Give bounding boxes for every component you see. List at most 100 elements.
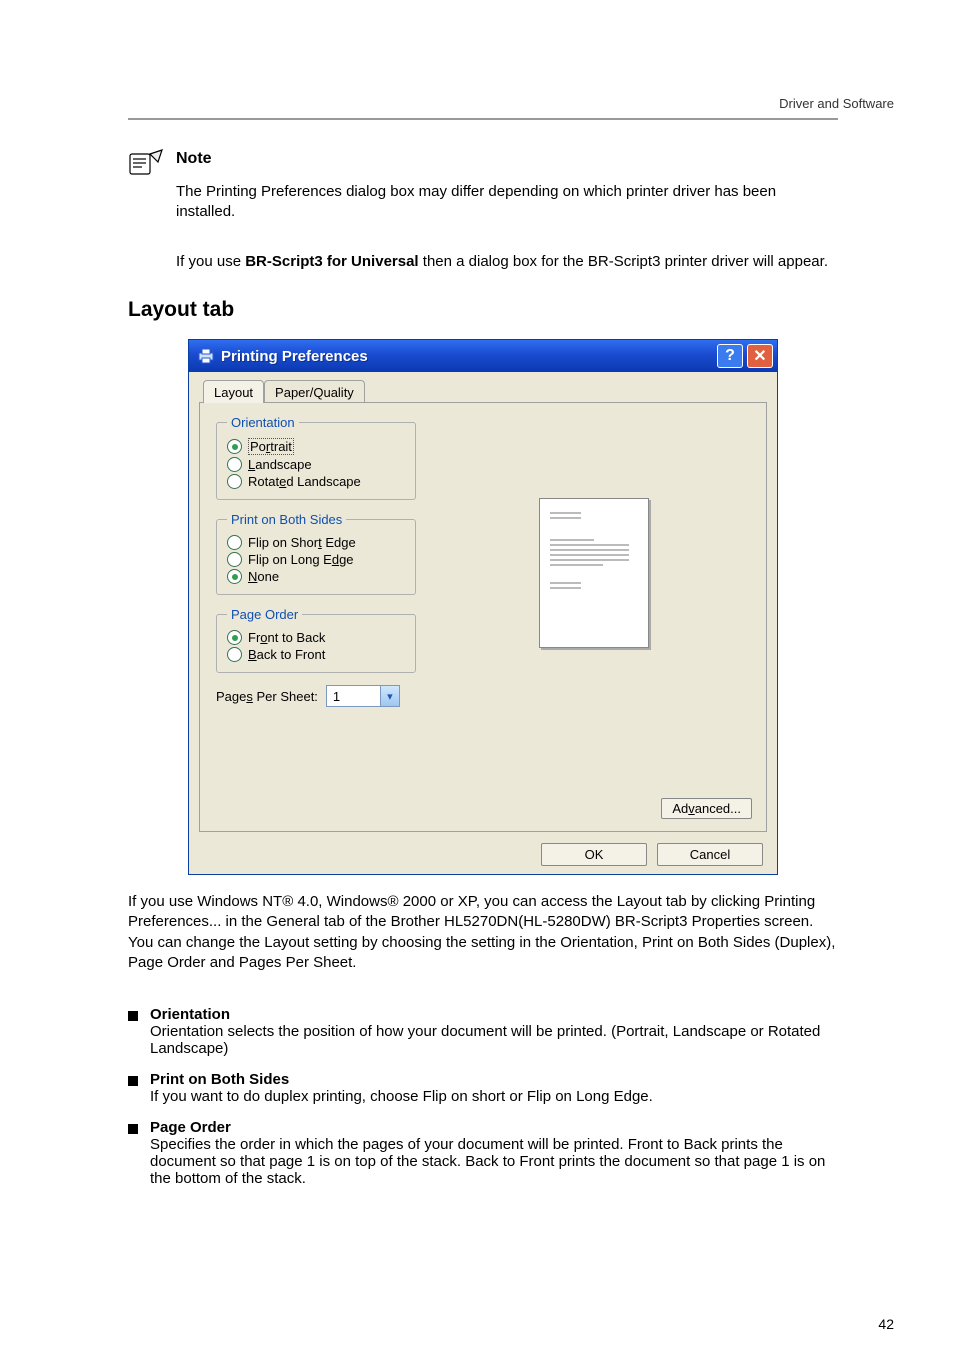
preview-line (550, 554, 629, 556)
t: N (248, 569, 257, 584)
t: o (260, 630, 267, 645)
preview-page-icon (539, 498, 649, 648)
radio-none[interactable]: None (227, 569, 405, 584)
pages-per-sheet-label: Pages Per Sheet: (216, 689, 318, 704)
tab-layout[interactable]: Layout (203, 380, 264, 403)
t: andscape (255, 457, 311, 472)
titlebar: Printing Preferences ? ✕ (189, 340, 777, 372)
t: ack to Front (257, 647, 326, 662)
bullet-body: Specifies the order in which the pages o… (150, 1136, 825, 1187)
preview-line (550, 544, 629, 546)
bullet-icon (128, 1011, 138, 1021)
t: Rotat (248, 474, 279, 489)
bulleted-list: Orientation Orientation selects the posi… (128, 1000, 838, 1193)
dialog-title: Printing Preferences (221, 348, 713, 365)
bullet-text: Page Order Specifies the order in which … (150, 1119, 838, 1187)
print-preview (444, 423, 744, 723)
note-heading: Note (176, 150, 212, 168)
bullet-body: If you want to do duplex printing, choos… (150, 1088, 653, 1105)
dialog-body: Layout Paper/Quality Orientation Portrai… (189, 372, 777, 874)
bullet-label: Orientation (150, 1006, 230, 1023)
bullet-body: Orientation selects the position of how … (150, 1023, 820, 1057)
radio-portrait[interactable]: Portrait (227, 438, 405, 455)
radio-icon (227, 630, 242, 645)
legend-page-order: Page Order (227, 607, 302, 622)
tab-paper-quality[interactable]: Paper/Quality (264, 380, 365, 403)
preview-line (550, 559, 629, 561)
note-p2-prefix: If you use (176, 253, 245, 270)
header-rule (128, 118, 838, 120)
bullet-label: Print on Both Sides (150, 1071, 289, 1088)
radio-back-to-front[interactable]: Back to Front (227, 647, 405, 662)
radio-label-rotated: Rotated Landscape (248, 474, 361, 489)
tab-panel-layout: Orientation Portrait Landscape Rotated L… (199, 402, 767, 832)
bullet-text: Print on Both Sides If you want to do du… (150, 1071, 653, 1105)
t: Edge (322, 535, 356, 550)
radio-icon (227, 457, 242, 472)
chevron-down-icon[interactable]: ▾ (380, 686, 399, 706)
tabstrip: Layout Paper/Quality (199, 380, 767, 403)
preview-line (550, 582, 581, 584)
post-dialog-paragraph: If you use Windows NT® 4.0, Windows® 200… (128, 892, 838, 973)
radio-icon (227, 535, 242, 550)
note-paragraph-1: The Printing Preferences dialog box may … (176, 182, 838, 223)
bullet-label: Page Order (150, 1119, 231, 1136)
radio-label-short: Flip on Short Edge (248, 535, 356, 550)
t: Ad (672, 801, 688, 816)
bullet-icon (128, 1124, 138, 1134)
pages-per-sheet-value: 1 (327, 689, 380, 704)
page-number: 42 (878, 1316, 894, 1332)
radio-label-landscape: Landscape (248, 457, 312, 472)
pages-per-sheet-combo[interactable]: 1 ▾ (326, 685, 400, 707)
legend-both-sides: Print on Both Sides (227, 512, 346, 527)
legend-orientation: Orientation (227, 415, 299, 430)
radio-flip-long-edge[interactable]: Flip on Long Edge (227, 552, 405, 567)
t: ge (339, 552, 353, 567)
preview-line (550, 539, 594, 541)
t: nt to Back (268, 630, 326, 645)
preview-line (550, 587, 581, 589)
printer-icon (197, 347, 215, 365)
radio-flip-short-edge[interactable]: Flip on Short Edge (227, 535, 405, 550)
bullet-orientation: Orientation Orientation selects the posi… (128, 1006, 838, 1057)
radio-icon (227, 439, 242, 454)
t: B (248, 647, 257, 662)
note-p2-suffix: then a dialog box for the BR-Script3 pri… (419, 253, 828, 270)
advanced-button[interactable]: Advanced... (661, 798, 752, 819)
radio-icon (227, 552, 242, 567)
t: Flip on Long E (248, 552, 332, 567)
t: Po (250, 439, 266, 454)
section-heading: Layout tab (128, 298, 234, 322)
preview-line (550, 564, 603, 566)
document-page: Note The Printing Preferences dialog box… (0, 0, 954, 1352)
t: Per Sheet: (253, 689, 318, 704)
preview-line (550, 517, 581, 519)
t: d Landscape (286, 474, 360, 489)
note-p2-driver: BR-Script3 for Universal (245, 253, 418, 270)
close-button[interactable]: ✕ (747, 344, 773, 368)
radio-label-portrait: Portrait (248, 438, 294, 455)
radio-icon (227, 569, 242, 584)
t: Flip on Shor (248, 535, 318, 550)
preview-line (550, 549, 629, 551)
radio-front-to-back[interactable]: Front to Back (227, 630, 405, 645)
t: trait (270, 439, 292, 454)
group-print-both-sides: Print on Both Sides Flip on Short Edge F… (216, 512, 416, 595)
group-orientation: Orientation Portrait Landscape Rotated L… (216, 415, 416, 500)
radio-rotated-landscape[interactable]: Rotated Landscape (227, 474, 405, 489)
note-icon (128, 148, 164, 178)
bullet-text: Orientation Orientation selects the posi… (150, 1006, 838, 1057)
ok-button[interactable]: OK (541, 843, 647, 866)
t: d (332, 552, 339, 567)
bullet-icon (128, 1076, 138, 1086)
printing-preferences-dialog: Printing Preferences ? ✕ Layout Paper/Qu… (188, 339, 778, 875)
radio-label-none: None (248, 569, 279, 584)
dialog-footer-buttons: OK Cancel (541, 843, 763, 866)
radio-label-btf: Back to Front (248, 647, 325, 662)
cancel-button[interactable]: Cancel (657, 843, 763, 866)
t: anced... (695, 801, 741, 816)
radio-landscape[interactable]: Landscape (227, 457, 405, 472)
note-p1-text: The Printing Preferences dialog box may … (176, 183, 776, 220)
note-paragraph-2: If you use BR-Script3 for Universal then… (176, 252, 838, 272)
help-button[interactable]: ? (717, 344, 743, 368)
